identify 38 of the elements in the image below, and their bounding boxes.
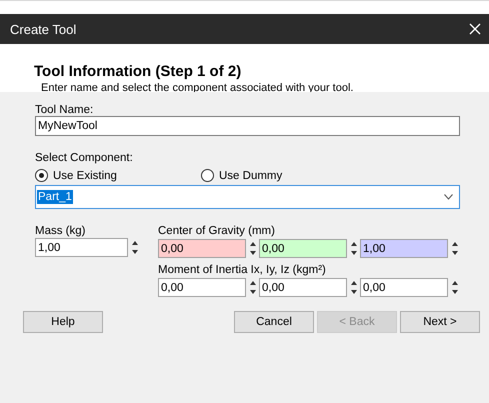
dialog-button[interactable]: Next > [400,311,480,333]
up-arrow-icon [350,242,356,246]
number-field[interactable]: 0,00 [360,278,448,297]
radio-option[interactable]: Use Existing [35,169,201,182]
number-field[interactable]: 0,00 [259,239,347,258]
number-field[interactable]: 0,00 [259,278,347,297]
window-title: Create Tool [10,22,76,36]
number-field[interactable]: 0,00 [158,278,246,297]
field-label: Moment of Inertia Ix, Iy, Iz (kgm²) [158,264,327,276]
field-label: Select Component: [35,152,134,164]
up-arrow-icon [452,242,458,246]
dialog-button[interactable]: Help [23,311,103,333]
dialog-button[interactable]: Cancel [234,311,314,333]
component-dropdown[interactable]: Part_1 [35,185,460,209]
down-arrow-icon [250,251,256,256]
field-label: Tool Name: [35,104,94,116]
radio-option[interactable]: Use Dummy [201,169,367,182]
step-title: Tool Information (Step 1 of 2) [34,63,242,80]
number-field[interactable]: 0,00 [158,239,246,258]
down-arrow-icon [452,290,458,294]
down-arrow-icon [250,290,256,294]
up-arrow-icon [132,240,138,245]
down-arrow-icon [350,251,356,256]
field-label: Center of Gravity (mm) [158,225,276,237]
up-arrow-icon [452,280,458,285]
step-description: Enter name and select the component associated with your tool. [40,82,354,94]
up-arrow-icon [250,242,256,246]
chevron-down-icon [444,194,453,200]
field-label: Mass (kg) [35,225,86,237]
number-field[interactable]: 1,00 [360,239,448,258]
number-field[interactable]: 1,00 [35,238,128,257]
tool-name-field[interactable]: MyNewTool [35,116,460,136]
down-arrow-icon [350,290,356,294]
down-arrow-icon [132,250,138,254]
up-arrow-icon [250,280,256,285]
up-arrow-icon [350,280,356,285]
down-arrow-icon [452,251,458,256]
close-icon[interactable] [469,23,481,35]
